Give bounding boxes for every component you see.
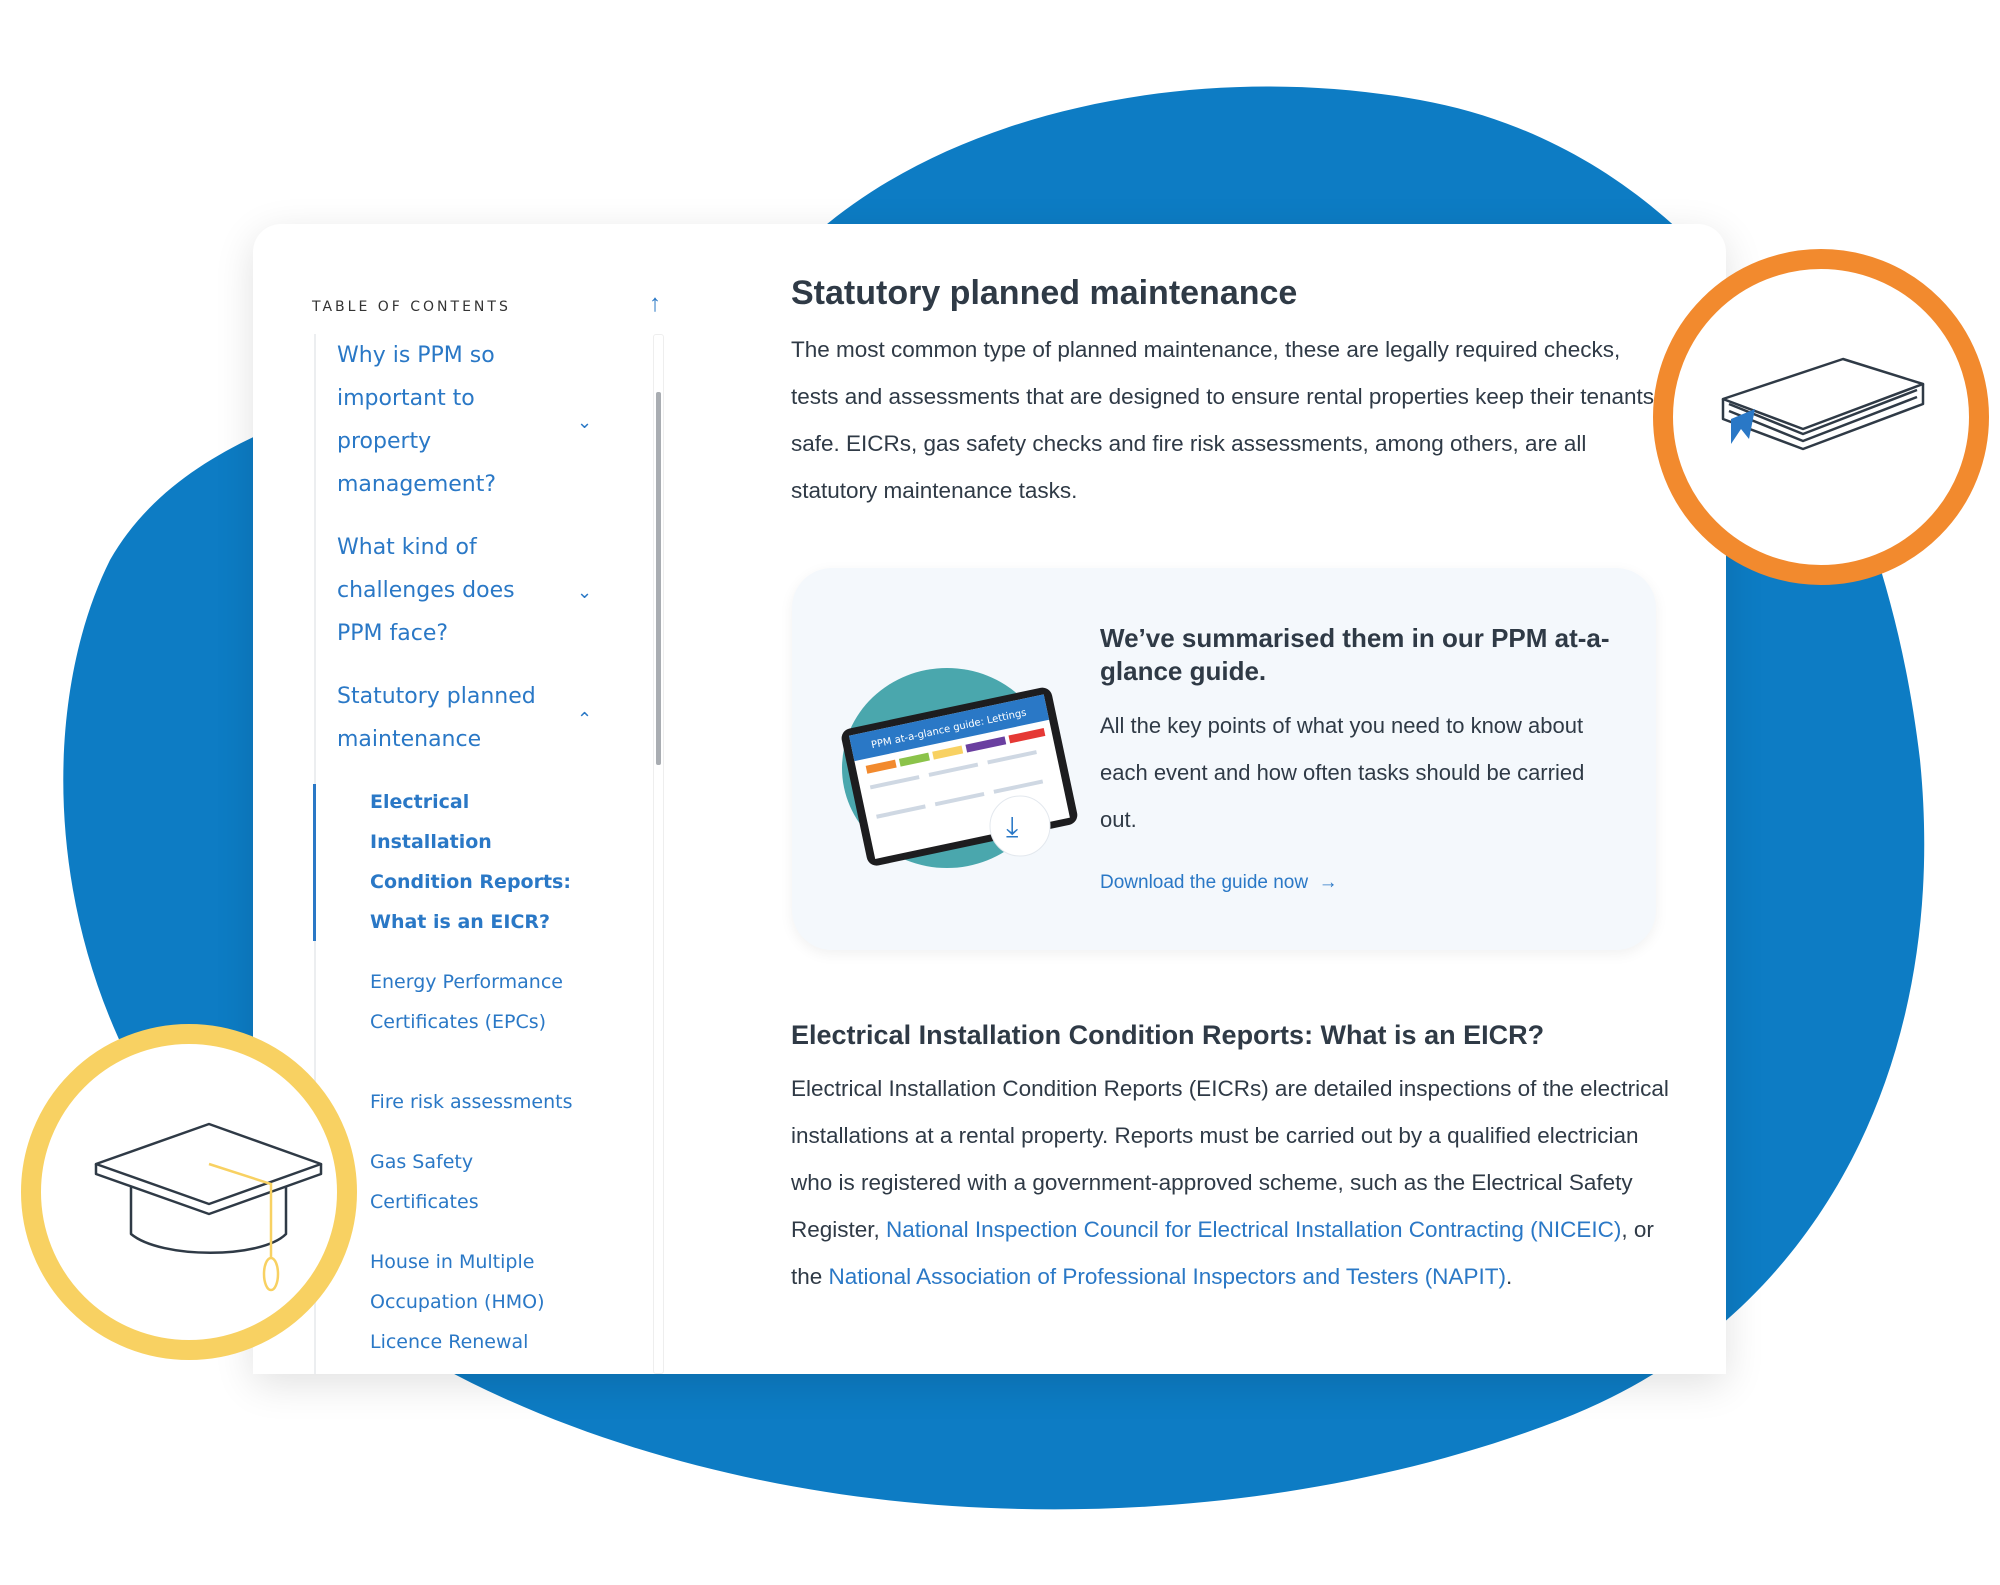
chevron-up-icon[interactable]: ⌃: [577, 709, 592, 730]
book-icon: [1721, 357, 1925, 451]
graduation-badge: [21, 1024, 357, 1360]
toc-scrollbar-thumb[interactable]: [656, 392, 661, 765]
toc-item-statutory[interactable]: Statutory planned maintenance: [337, 675, 577, 761]
section-paragraph: Electrical Installation Condition Report…: [791, 1065, 1671, 1300]
toc-active-indicator: [313, 784, 316, 941]
toc-item-challenges[interactable]: What kind of challenges does PPM face?: [337, 526, 537, 655]
toc-heading: TABLE OF CONTENTS: [312, 299, 511, 315]
napit-link[interactable]: National Association of Professional Ins…: [829, 1264, 1506, 1289]
intro-paragraph: The most common type of planned maintena…: [791, 337, 1655, 503]
toc-subitem-hmo[interactable]: House in Multiple Occupation (HMO) Licen…: [370, 1242, 570, 1362]
book-badge: [1653, 249, 1989, 585]
graduation-cap-icon: [94, 1122, 323, 1292]
promo-body: All the key points of what you need to k…: [1100, 713, 1585, 832]
chevron-down-icon[interactable]: ⌄: [577, 412, 592, 433]
guide-tablet-image: PPM at-a-glance guide: Lettings: [841, 668, 1078, 868]
toc-subitem-fire-risk[interactable]: Fire risk assessments: [370, 1082, 600, 1122]
download-guide-link-label: Download the guide now: [1100, 872, 1309, 893]
section-title: Electrical Installation Condition Report…: [791, 1020, 1545, 1050]
toc-subitem-epc[interactable]: Energy Performance Certificates (EPCs): [370, 962, 590, 1042]
toc-subitem-gas-safety[interactable]: Gas Safety Certificates: [370, 1142, 530, 1222]
section-text: .: [1505, 1264, 1513, 1289]
chevron-down-icon[interactable]: ⌄: [577, 582, 592, 603]
guide-promo-card: PPM at-a-glance guide: Lettings ⤓ We’ve …: [792, 568, 1656, 950]
toc-subitem-eicr[interactable]: Electrical Installation Condition Report…: [370, 782, 580, 942]
niceic-link[interactable]: National Inspection Council for Electric…: [886, 1217, 1621, 1242]
download-guide-link[interactable]: Download the guide now →: [1100, 872, 1338, 894]
page-title: Statutory planned maintenance: [791, 274, 1298, 312]
toc-item-why-ppm[interactable]: Why is PPM so important to property mana…: [337, 334, 537, 506]
arrow-right-icon: →: [1313, 872, 1338, 893]
arrow-up-icon[interactable]: ↑: [649, 290, 661, 318]
article-window: TABLE OF CONTENTS ↑ Why is PPM so import…: [253, 224, 1726, 1374]
download-icon[interactable]: ⤓: [1006, 810, 1018, 844]
promo-heading: We’ve summarised them in our PPM at-a-gl…: [1100, 623, 1610, 686]
